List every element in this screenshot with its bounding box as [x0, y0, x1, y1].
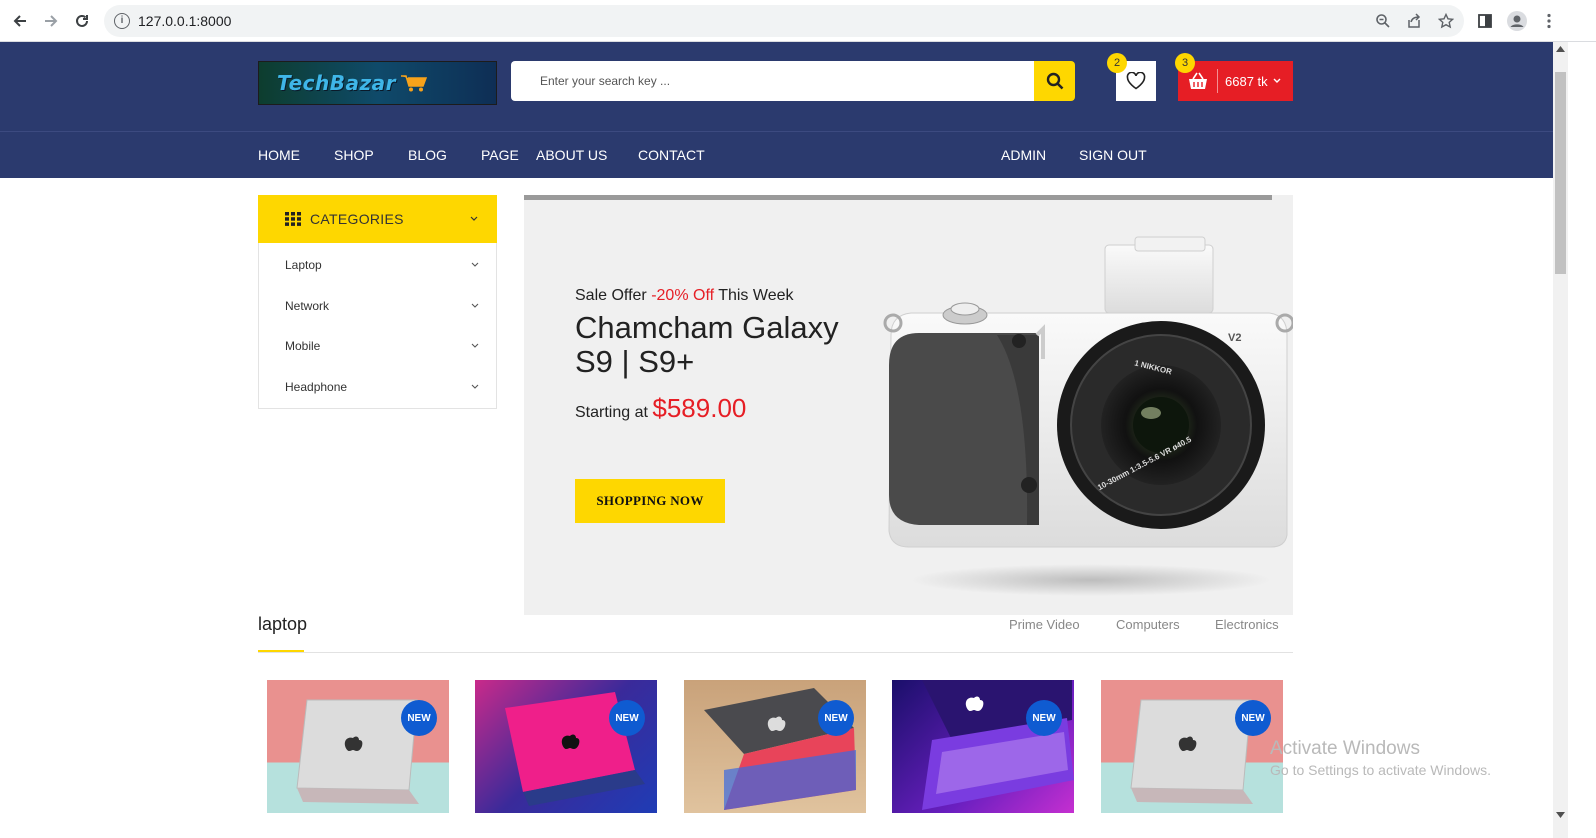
nav-about-us[interactable]: ABOUT US [536, 147, 607, 163]
section-title: laptop [258, 614, 308, 634]
category-laptop[interactable]: Laptop [285, 258, 322, 272]
site-info-icon[interactable]: i [114, 13, 130, 29]
sale-offer-text: Sale Offer -20% Off This Week [575, 287, 793, 305]
banner-price: $589.00 [652, 393, 747, 423]
wishlist-count-badge: 2 [1107, 53, 1127, 73]
cart-amount: 6687 tk [1225, 73, 1268, 89]
nav-admin[interactable]: ADMIN [1001, 147, 1046, 163]
scrollbar-thumb[interactable] [1555, 72, 1566, 274]
banner-product-title: Chamcham Galaxy S9 | S9+ [575, 310, 839, 379]
product-card[interactable]: NEW [892, 680, 1074, 813]
hero-banner: Sale Offer -20% Off This Week Chamcham G… [524, 195, 1293, 615]
chevron-down-icon [470, 216, 478, 221]
bookmark-star-icon[interactable] [1435, 10, 1457, 32]
new-badge: NEW [818, 700, 854, 736]
forward-icon[interactable] [39, 9, 63, 33]
product-card[interactable]: NEW [1101, 680, 1283, 813]
chevron-down-icon[interactable] [470, 301, 480, 311]
product-card[interactable]: NEW [267, 680, 449, 813]
offer-percent: -20% Off [651, 287, 715, 304]
section-divider [258, 652, 1293, 653]
categories-list: Laptop Network Mobile Headphone [258, 243, 497, 409]
search-button[interactable] [1034, 61, 1075, 101]
slider-progress-bar [524, 195, 1272, 200]
menu-dots-icon[interactable] [1538, 10, 1560, 32]
nav-shop[interactable]: SHOP [334, 147, 374, 163]
search-icon [1046, 72, 1063, 90]
shopping-now-button[interactable]: SHOPPING NOW [575, 479, 725, 523]
nav-home[interactable]: HOME [258, 147, 300, 163]
nav-page[interactable]: PAGE [481, 147, 519, 163]
windows-activation-subtitle: Go to Settings to activate Windows. [1270, 762, 1491, 778]
chevron-down-icon[interactable] [470, 382, 480, 392]
chevron-down-icon[interactable] [470, 341, 480, 351]
new-badge: NEW [401, 700, 437, 736]
cart-count-badge: 3 [1175, 53, 1195, 73]
offer-suffix: This Week [718, 287, 794, 304]
tab-prime-video[interactable]: Prime Video [1009, 617, 1080, 632]
url-text: 127.0.0.1:8000 [138, 13, 232, 29]
product-card[interactable]: NEW [475, 680, 657, 813]
offer-prefix: Sale Offer [575, 287, 647, 304]
basket-icon [1189, 72, 1207, 89]
categories-header[interactable]: CATEGORIES [258, 195, 497, 243]
scroll-up-icon[interactable] [1556, 46, 1565, 52]
nav-sign-out[interactable]: SIGN OUT [1079, 147, 1147, 163]
nav-divider [0, 131, 1553, 132]
banner-price-line: Starting at $589.00 [575, 393, 746, 424]
new-badge: NEW [1235, 700, 1271, 736]
price-prefix: Starting at [575, 404, 648, 421]
product-card[interactable]: NEW [684, 680, 866, 813]
logo-cart-icon [400, 75, 428, 92]
category-network[interactable]: Network [285, 299, 329, 313]
zoom-icon[interactable] [1372, 10, 1394, 32]
site-logo[interactable]: TechBazar [258, 61, 497, 105]
chevron-down-icon[interactable] [470, 260, 480, 270]
nav-blog[interactable]: BLOG [408, 147, 447, 163]
address-bar[interactable]: i 127.0.0.1:8000 [104, 5, 1464, 37]
browser-toolbar: i 127.0.0.1:8000 [0, 0, 1596, 42]
camera-model-text: V2 [1228, 332, 1242, 344]
cart-button[interactable]: 6687 tk [1178, 61, 1293, 101]
nav-contact[interactable]: CONTACT [638, 147, 705, 163]
heart-icon [1126, 72, 1146, 90]
tab-electronics[interactable]: Electronics [1215, 617, 1279, 632]
tab-computers[interactable]: Computers [1116, 617, 1180, 632]
grid-icon [285, 212, 301, 226]
back-icon[interactable] [8, 9, 32, 33]
category-headphone[interactable]: Headphone [285, 380, 347, 394]
share-icon[interactable] [1403, 10, 1425, 32]
category-mobile[interactable]: Mobile [285, 339, 320, 353]
categories-title: CATEGORIES [310, 211, 404, 227]
reload-icon[interactable] [70, 9, 94, 33]
cart-separator [1217, 69, 1218, 93]
profile-avatar-icon[interactable] [1506, 10, 1528, 32]
chevron-down-icon [1273, 78, 1281, 83]
logo-text: TechBazar [277, 71, 396, 95]
side-panel-icon[interactable] [1474, 10, 1496, 32]
new-badge: NEW [609, 700, 645, 736]
windows-activation-title: Activate Windows [1270, 738, 1420, 759]
scroll-down-icon[interactable] [1556, 812, 1565, 818]
search-input[interactable] [511, 61, 1035, 101]
camera-image [883, 236, 1293, 596]
new-badge: NEW [1026, 700, 1062, 736]
